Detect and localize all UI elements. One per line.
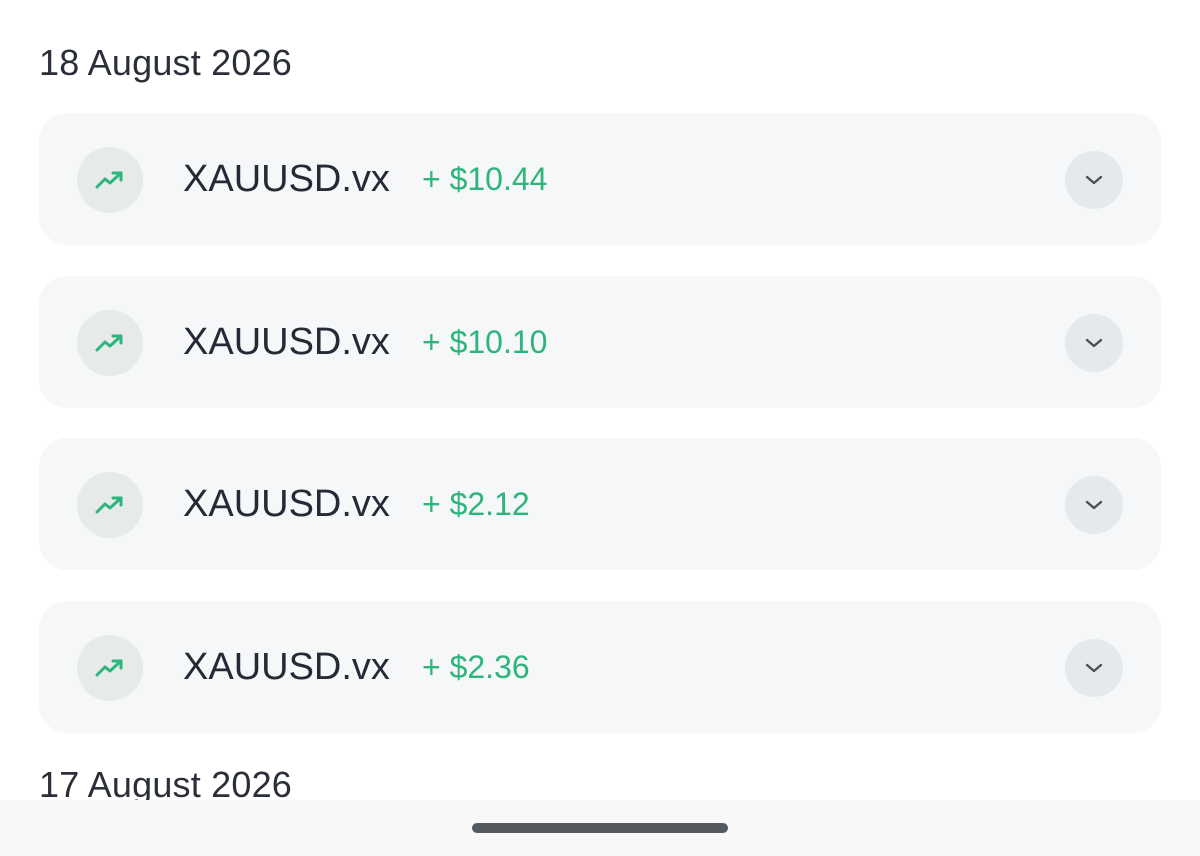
trending-up-icon — [95, 334, 123, 352]
trade-card[interactable]: XAUUSD.vx + $2.12 — [39, 438, 1161, 570]
home-indicator-area — [0, 800, 1200, 856]
trade-profit: + $10.44 — [422, 161, 548, 197]
trend-badge — [77, 310, 143, 376]
home-indicator[interactable] — [472, 823, 728, 833]
trade-symbol: XAUUSD.vx — [183, 483, 390, 525]
trade-card[interactable]: XAUUSD.vx + $10.44 — [39, 113, 1161, 245]
trend-badge — [77, 635, 143, 701]
date-heading: 18 August 2026 — [39, 42, 293, 83]
trade-profit: + $2.12 — [422, 486, 530, 522]
trade-symbol: XAUUSD.vx — [183, 321, 390, 363]
chevron-down-icon — [1085, 338, 1103, 348]
expand-button[interactable] — [1065, 639, 1123, 697]
expand-button[interactable] — [1065, 151, 1123, 209]
expand-button[interactable] — [1065, 476, 1123, 534]
trade-history-list[interactable]: 18 August 2026 XAUUSD.vx + $10.44 XAUUSD… — [0, 0, 1200, 800]
date-heading: 17 August 2026 — [39, 764, 293, 800]
trade-card[interactable]: XAUUSD.vx + $10.10 — [39, 276, 1161, 408]
trade-symbol: XAUUSD.vx — [183, 646, 390, 688]
chevron-down-icon — [1085, 663, 1103, 673]
trade-symbol: XAUUSD.vx — [183, 158, 390, 200]
expand-button[interactable] — [1065, 314, 1123, 372]
chevron-down-icon — [1085, 500, 1103, 510]
trend-badge — [77, 472, 143, 538]
trending-up-icon — [95, 171, 123, 189]
trade-profit: + $10.10 — [422, 324, 548, 360]
trending-up-icon — [95, 496, 123, 514]
trade-card[interactable]: XAUUSD.vx + $2.36 — [39, 601, 1161, 733]
trending-up-icon — [95, 659, 123, 677]
trade-profit: + $2.36 — [422, 649, 530, 685]
chevron-down-icon — [1085, 175, 1103, 185]
trend-badge — [77, 147, 143, 213]
